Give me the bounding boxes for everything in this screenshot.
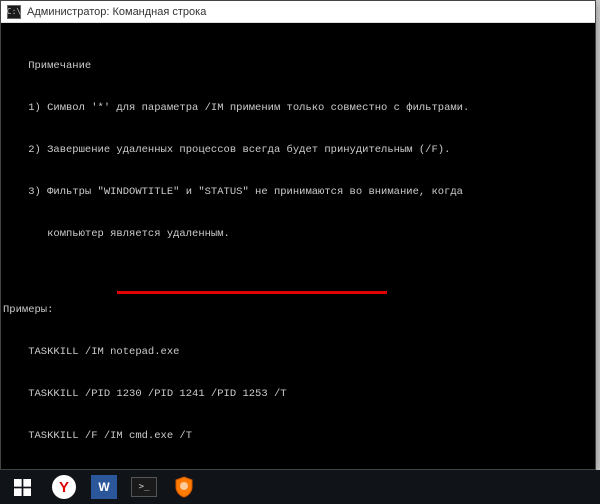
example-line: TASKKILL /IM notepad.exe	[3, 345, 593, 359]
command-prompt-window: C:\ Администратор: Командная строка Прим…	[0, 0, 596, 470]
note-line: 1) Символ '*' для параметра /IM применим…	[3, 101, 593, 115]
note-line: компьютер является удаленным.	[3, 227, 593, 241]
examples-header: Примеры:	[3, 303, 593, 317]
command-highlight-underline	[117, 291, 387, 294]
start-button[interactable]	[2, 470, 42, 504]
shield-icon	[172, 475, 196, 499]
cmd-icon: >_	[131, 477, 157, 497]
taskbar-app-cmd[interactable]: >_	[126, 473, 162, 501]
note-header: Примечание	[3, 59, 593, 73]
windows-logo-icon	[14, 479, 31, 496]
window-title: Администратор: Командная строка	[27, 6, 206, 18]
taskbar-app-shield[interactable]	[166, 473, 202, 501]
word-icon: W	[91, 475, 117, 499]
taskbar-app-yandex[interactable]: Y	[46, 473, 82, 501]
example-line: TASKKILL /PID 1230 /PID 1241 /PID 1253 /…	[3, 387, 593, 401]
taskbar: Y W >_	[0, 470, 600, 504]
cmd-window-icon: C:\	[7, 5, 21, 19]
example-line: TASKKILL /F /IM cmd.exe /T	[3, 429, 593, 443]
taskbar-app-word[interactable]: W	[86, 473, 122, 501]
console-area[interactable]: Примечание 1) Символ '*' для параметра /…	[1, 23, 595, 469]
titlebar[interactable]: C:\ Администратор: Командная строка	[1, 1, 595, 23]
yandex-icon: Y	[52, 475, 76, 499]
note-line: 3) Фильтры "WINDOWTITLE" и "STATUS" не п…	[3, 185, 593, 199]
note-line: 2) Завершение удаленных процессов всегда…	[3, 143, 593, 157]
